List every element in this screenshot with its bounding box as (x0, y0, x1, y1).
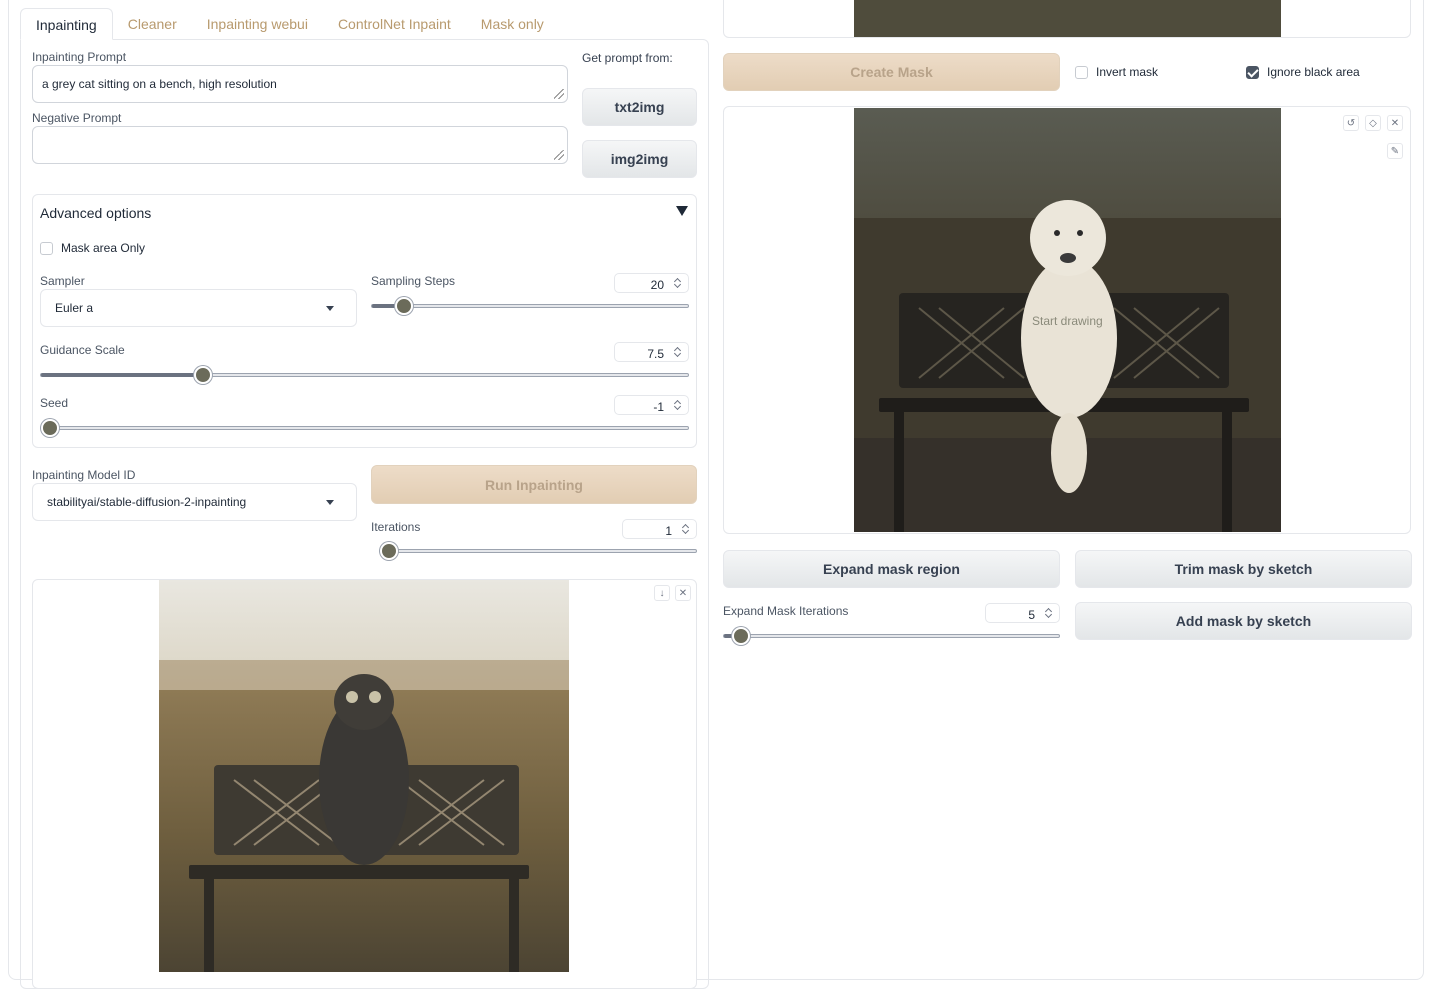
negative-prompt-input[interactable] (32, 126, 568, 164)
seed-slider[interactable] (40, 419, 689, 437)
tab-controlnet-inpaint[interactable]: ControlNet Inpaint (323, 8, 466, 40)
seed-value: -1 (653, 400, 664, 414)
download-icon[interactable]: ↓ (654, 585, 670, 601)
invert-mask-label: Invert mask (1096, 65, 1159, 79)
model-id-value: stabilityai/stable-diffusion-2-inpaintin… (47, 495, 247, 509)
expand-iterations-slider[interactable] (723, 627, 1060, 645)
seed-input[interactable]: -1 (614, 395, 689, 415)
iterations-slider[interactable] (379, 542, 697, 560)
expand-iterations-value: 5 (1028, 608, 1035, 622)
brush-icon[interactable]: ✎ (1387, 143, 1403, 159)
expand-iterations-label: Expand Mask Iterations (723, 604, 849, 618)
model-id-select[interactable]: stabilityai/stable-diffusion-2-inpaintin… (32, 483, 357, 521)
tab-inpainting[interactable]: Inpainting (20, 8, 113, 40)
sampler-label: Sampler (40, 274, 85, 288)
resize-handle-icon[interactable] (554, 89, 564, 99)
eraser-icon[interactable]: ◇ (1365, 115, 1381, 131)
txt2img-button[interactable]: txt2img (582, 88, 697, 126)
get-prompt-label: Get prompt from: (582, 51, 673, 65)
tab-cleaner[interactable]: Cleaner (113, 8, 192, 40)
stepper-icon[interactable] (1044, 606, 1054, 620)
guidance-scale-label: Guidance Scale (40, 343, 125, 357)
slider-thumb[interactable] (193, 366, 212, 384)
stepper-icon[interactable] (681, 522, 691, 536)
close-icon[interactable]: ✕ (1387, 115, 1403, 131)
trim-mask-button[interactable]: Trim mask by sketch (1075, 550, 1412, 588)
resize-handle-icon[interactable] (554, 150, 564, 160)
expand-iterations-input[interactable]: 5 (985, 603, 1060, 623)
slider-thumb[interactable] (380, 542, 398, 560)
slider-thumb[interactable] (394, 297, 413, 315)
chevron-down-icon (326, 306, 334, 311)
guidance-scale-input[interactable]: 7.5 (614, 342, 689, 362)
close-icon[interactable]: ✕ (675, 585, 691, 601)
output-image (159, 580, 569, 972)
stepper-icon[interactable] (673, 276, 683, 290)
sampling-steps-slider[interactable] (371, 297, 689, 315)
prompt-input[interactable]: a grey cat sitting on a bench, high reso… (32, 65, 568, 103)
run-inpainting-button[interactable]: Run Inpainting (371, 465, 697, 504)
tab-inpainting-webui[interactable]: Inpainting webui (192, 8, 323, 40)
guidance-scale-value: 7.5 (647, 347, 664, 361)
tab-mask-only[interactable]: Mask only (466, 8, 559, 40)
seed-label: Seed (40, 396, 69, 410)
advanced-options-title[interactable]: Advanced options (40, 205, 151, 221)
add-mask-button[interactable]: Add mask by sketch (1075, 602, 1412, 640)
chevron-down-icon (326, 500, 334, 505)
iterations-input[interactable]: 1 (622, 519, 697, 539)
stepper-icon[interactable] (673, 345, 683, 359)
sampling-steps-value: 20 (650, 278, 664, 292)
model-id-label: Inpainting Model ID (32, 468, 136, 482)
mask-area-only-checkbox[interactable] (40, 242, 53, 255)
slider-fill (41, 373, 203, 377)
iterations-label: Iterations (371, 520, 421, 534)
create-mask-button[interactable]: Create Mask (723, 53, 1060, 91)
iterations-value: 1 (665, 524, 672, 538)
stepper-icon[interactable] (673, 398, 683, 412)
prompt-label: Inpainting Prompt (32, 50, 127, 64)
prompt-text: a grey cat sitting on a bench, high reso… (42, 77, 277, 91)
tab-bar: Inpainting Cleaner Inpainting webui Cont… (20, 8, 559, 40)
guidance-scale-slider[interactable] (40, 366, 689, 384)
expand-mask-button[interactable]: Expand mask region (723, 550, 1060, 588)
ignore-black-area-checkbox[interactable] (1246, 66, 1259, 79)
input-image (854, 0, 1281, 37)
slider-thumb[interactable] (41, 419, 59, 437)
undo-icon[interactable]: ↺ (1343, 115, 1359, 131)
sampler-select[interactable]: Euler a (40, 289, 357, 327)
img2img-button[interactable]: img2img (582, 140, 697, 178)
sampling-steps-label: Sampling Steps (371, 274, 456, 288)
invert-mask-checkbox[interactable] (1075, 66, 1088, 79)
negative-prompt-label: Negative Prompt (32, 111, 122, 125)
ignore-black-area-label: Ignore black area (1267, 65, 1360, 79)
mask-area-only-label: Mask area Only (61, 241, 146, 255)
sampling-steps-input[interactable]: 20 (614, 273, 689, 293)
slider-thumb[interactable] (731, 627, 750, 645)
sketch-hint: Start drawing (1032, 314, 1103, 328)
triangle-down-icon[interactable] (676, 206, 688, 216)
sampler-value: Euler a (55, 301, 94, 315)
